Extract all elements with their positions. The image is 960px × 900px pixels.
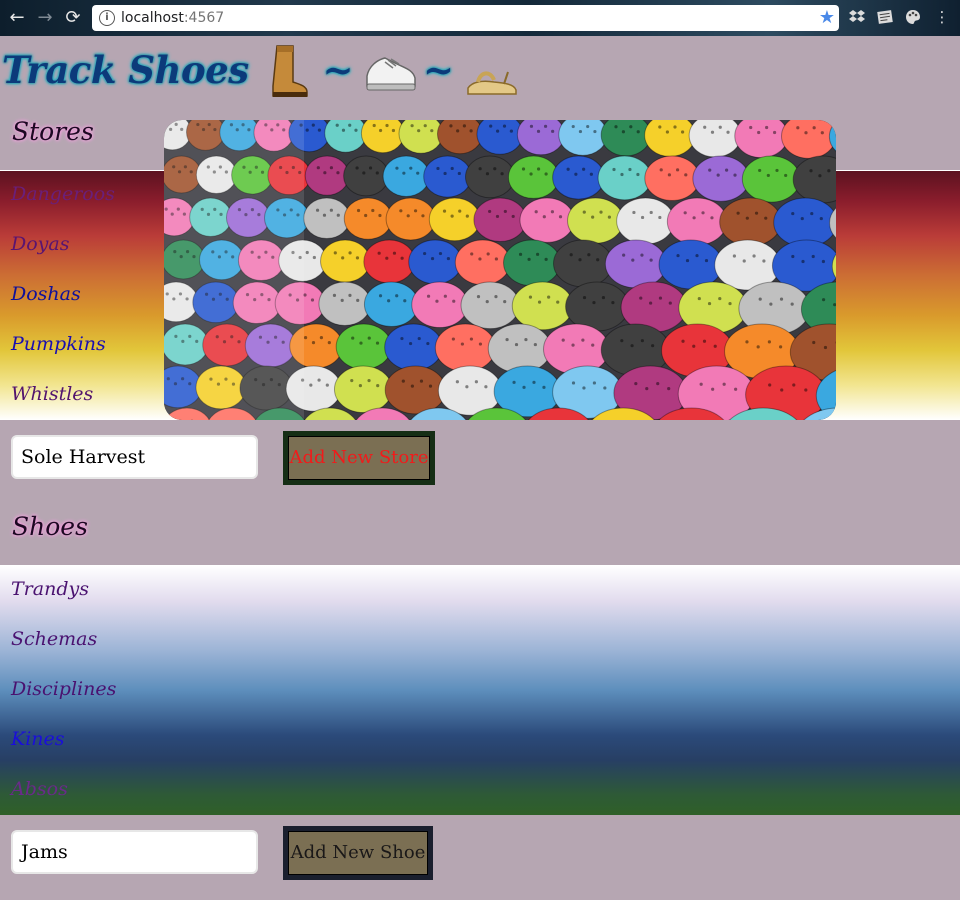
shoe-name-input[interactable]: Jams	[11, 830, 258, 874]
clog-shape	[644, 120, 696, 158]
clog-shape	[454, 239, 511, 286]
url-host: localhost	[121, 10, 184, 26]
clog-shape	[473, 197, 527, 243]
url-port: :4567	[183, 10, 225, 26]
forward-icon[interactable]: →	[34, 7, 56, 29]
clog-shape	[385, 197, 436, 241]
clog-shape	[303, 197, 351, 240]
store-item-whistles[interactable]: Whistles	[11, 383, 93, 405]
clog-shape	[304, 155, 350, 196]
clog-shape	[398, 120, 444, 154]
clog-shape	[507, 155, 560, 199]
clog-shape	[384, 365, 447, 415]
clog-shape	[363, 239, 416, 284]
clog-shape	[343, 155, 389, 197]
site-title: Track Shoes ~ ~	[2, 40, 517, 100]
clog-shape	[428, 197, 481, 242]
bookmark-star-icon[interactable]: ★	[819, 7, 835, 28]
boot-icon	[263, 42, 313, 98]
menu-kebab-icon[interactable]: ⋮	[933, 8, 951, 26]
store-item-doyas[interactable]: Doyas	[11, 233, 69, 255]
clog-shape	[464, 155, 515, 199]
clog-shape	[644, 155, 700, 202]
clog-shape	[411, 281, 469, 329]
add-new-store-button[interactable]: Add New Store	[283, 431, 435, 485]
back-icon[interactable]: ←	[6, 7, 28, 29]
clog-shape	[460, 281, 520, 330]
clog-shape	[363, 281, 419, 327]
clog-shape	[692, 155, 750, 202]
clog-shape	[333, 365, 393, 414]
clog-shape	[343, 197, 393, 240]
clog-shape	[408, 239, 463, 285]
clog-shape	[511, 281, 574, 331]
dropbox-icon[interactable]	[848, 8, 866, 26]
title-separator-2: ~	[423, 48, 454, 92]
clog-shape	[320, 239, 371, 283]
store-name-input[interactable]: Sole Harvest	[11, 435, 258, 479]
clog-shape	[552, 155, 605, 200]
reload-icon[interactable]: ⟳	[62, 7, 84, 29]
clog-shape	[436, 120, 483, 155]
shoes-heading: Shoes	[12, 512, 88, 541]
shoe-item-trandys[interactable]: Trandys	[11, 578, 89, 600]
clog-shape	[558, 120, 608, 156]
store-item-pumpkins[interactable]: Pumpkins	[11, 333, 106, 355]
clog-shape	[616, 197, 675, 245]
clog-shape	[600, 120, 652, 157]
clog-shape	[487, 323, 552, 374]
browser-toolbar: ← → ⟳ i localhost:4567 ★ ⋮	[0, 0, 960, 36]
url-text[interactable]: localhost:4567	[121, 10, 224, 26]
clog-shape	[719, 197, 782, 247]
shoe-item-schemas[interactable]: Schemas	[11, 628, 97, 650]
title-separator: ~	[322, 48, 354, 92]
store-item-doshas[interactable]: Doshas	[11, 283, 81, 305]
clog-shape	[519, 197, 575, 243]
clog-shape	[516, 120, 565, 156]
shoe-item-absos[interactable]: Absos	[11, 778, 68, 800]
info-icon[interactable]: i	[99, 10, 115, 26]
shoe-item-disciplines[interactable]: Disciplines	[11, 678, 116, 700]
clog-shape	[567, 197, 624, 244]
notes-icon[interactable]	[876, 8, 894, 26]
clog-shape	[423, 155, 472, 198]
page-title: Track Shoes	[2, 48, 249, 92]
clog-shape	[604, 239, 667, 289]
clog-shape	[597, 155, 652, 201]
clog-shape	[360, 120, 405, 154]
clog-shape	[384, 323, 443, 371]
palette-icon[interactable]	[904, 8, 922, 26]
clogs-display-image	[164, 120, 836, 420]
sneaker-icon	[363, 42, 416, 98]
clog-shape	[553, 239, 613, 288]
clog-shape	[318, 281, 372, 326]
clog-shape	[734, 120, 789, 159]
stores-heading: Stores	[12, 117, 94, 146]
clog-shape	[543, 323, 610, 375]
add-new-shoe-button[interactable]: Add New Shoe	[283, 826, 433, 880]
clog-shape	[503, 239, 561, 287]
clog-shape	[382, 155, 430, 197]
shoes-list	[0, 565, 960, 815]
clog-shape	[781, 120, 836, 159]
clog-shape	[666, 197, 728, 246]
store-item-dangeroos[interactable]: Dangeroos	[11, 183, 115, 205]
clog-shape	[741, 155, 801, 203]
clog-shape	[476, 120, 524, 155]
clog-shape	[434, 323, 496, 373]
clog-shape	[324, 120, 367, 153]
clog-shape	[688, 120, 742, 158]
clog-shape	[335, 323, 392, 370]
shoe-item-kines[interactable]: Kines	[11, 728, 65, 750]
sandal-icon	[464, 42, 517, 98]
address-bar[interactable]: i localhost:4567 ★	[92, 5, 839, 31]
